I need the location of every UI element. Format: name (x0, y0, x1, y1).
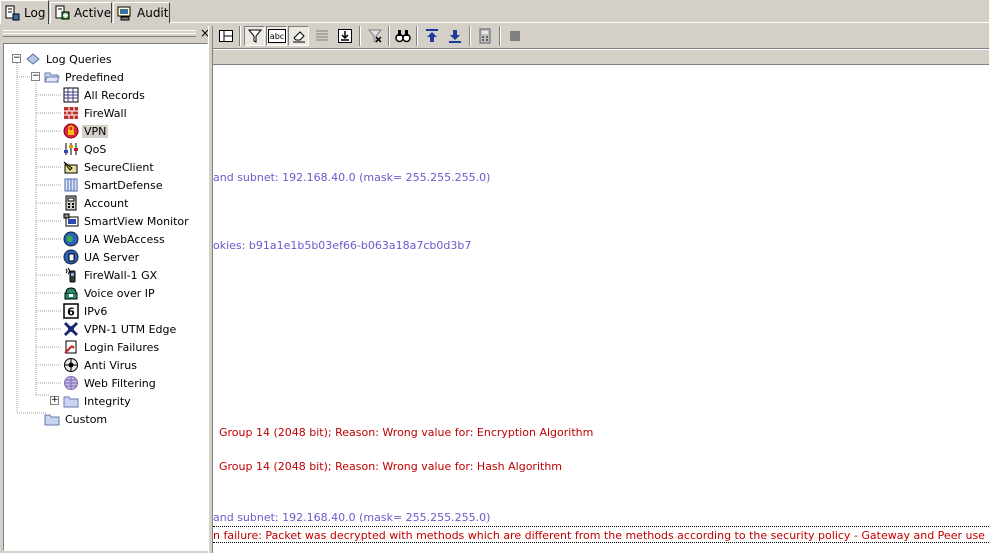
tab-log-label: Log (24, 5, 46, 20)
down-button[interactable] (444, 26, 465, 46)
query-tree-pane: × − Log Queries − Predefined All Records… (0, 26, 211, 553)
toolbar-separator (499, 26, 501, 46)
ua-webaccess-icon (63, 231, 79, 247)
pane-grip[interactable] (3, 30, 196, 37)
tree-item-ua-webaccess[interactable]: UA WebAccess (63, 230, 167, 248)
folder-icon (63, 393, 79, 409)
smartview-monitor-icon (63, 213, 79, 229)
up-arrow-icon (425, 29, 438, 42)
tab-active[interactable]: Active (50, 2, 112, 23)
tree-item-login-failures[interactable]: Login Failures (63, 338, 161, 356)
log-row[interactable]: Group 14 (2048 bit); Reason: Wrong value… (219, 424, 593, 441)
clear-filter-button[interactable] (364, 26, 385, 46)
tree-item-ua-server[interactable]: UA Server (63, 248, 141, 266)
log-queries-tree[interactable]: − Log Queries − Predefined All Records F… (3, 43, 208, 551)
toolbar-separator (469, 26, 471, 46)
qos-icon (63, 141, 79, 157)
rows-button[interactable] (311, 26, 332, 46)
folder-open-icon (44, 69, 60, 85)
abc-button[interactable]: abc (266, 26, 287, 46)
expander-log-queries[interactable]: − (12, 54, 21, 63)
log-toolbar: abc (213, 24, 989, 49)
smartdefense-icon (63, 177, 79, 193)
tree-item-custom[interactable]: Custom (44, 410, 109, 428)
vpn-icon (63, 123, 79, 139)
tree-item-smartdefense[interactable]: SmartDefense (63, 176, 165, 194)
toolbar-separator (388, 26, 390, 46)
tree-item-secureclient[interactable]: SecureClient (63, 158, 156, 176)
tree-item-vpn[interactable]: VPN (63, 122, 109, 140)
find-icon (394, 30, 411, 43)
tree-item-ipv6[interactable]: 6 IPv6 (63, 302, 109, 320)
log-row[interactable]: okies: b91a1e1b5b03ef66-b063a18a7cb0d3b7 (213, 237, 471, 254)
login-failures-icon (63, 339, 79, 355)
ua-server-icon (63, 249, 79, 265)
layout-button[interactable] (215, 26, 236, 46)
list-column-header[interactable] (213, 49, 989, 65)
ipv6-icon: 6 (63, 303, 79, 319)
view-tab-strip: Log Active Audit (0, 0, 989, 24)
tree-item-account[interactable]: Account (63, 194, 130, 212)
tree-item-all-records[interactable]: All Records (63, 86, 147, 104)
all-records-icon (63, 87, 79, 103)
stop-button[interactable] (504, 26, 525, 46)
tree-item-vpn-utm-edge[interactable]: VPN-1 UTM Edge (63, 320, 178, 338)
tree-item-firewall-gx[interactable]: FireWall-1 GX (63, 266, 159, 284)
anti-virus-icon (63, 357, 79, 373)
download-button[interactable] (334, 26, 355, 46)
tab-audit[interactable]: Audit (113, 2, 170, 23)
account-icon (63, 195, 79, 211)
folder-icon (44, 411, 60, 427)
tab-audit-label: Audit (137, 6, 169, 20)
expander-predefined[interactable]: − (31, 72, 40, 81)
calculator-button[interactable] (474, 26, 495, 46)
active-icon (54, 5, 70, 21)
up-button[interactable] (421, 26, 442, 46)
tree-item-integrity[interactable]: Integrity (63, 392, 133, 410)
log-icon (4, 5, 20, 21)
expander-integrity[interactable]: + (50, 396, 59, 405)
eraser-icon (292, 31, 305, 43)
tree-item-qos[interactable]: QoS (63, 140, 108, 158)
toolbar-separator (416, 26, 418, 46)
tree-item-smartview-monitor[interactable]: SmartView Monitor (63, 212, 191, 230)
calculator-icon (479, 28, 490, 44)
secureclient-icon (63, 159, 79, 175)
tree-item-anti-virus[interactable]: Anti Virus (63, 356, 139, 374)
firewall-gx-icon (63, 267, 79, 283)
web-filtering-icon (63, 375, 79, 391)
log-row[interactable]: and subnet: 192.168.40.0 (mask= 255.255.… (213, 169, 490, 186)
layout-icon (218, 30, 233, 42)
download-icon (337, 29, 352, 43)
abc-icon: abc (267, 29, 286, 43)
log-row[interactable]: and subnet: 192.168.40.0 (mask= 255.255.… (213, 509, 490, 526)
log-records-list[interactable]: and subnet: 192.168.40.0 (mask= 255.255.… (213, 49, 989, 553)
toolbar-separator (239, 26, 241, 46)
svg-text:abc: abc (269, 32, 283, 41)
tree-item-voice-over-ip[interactable]: Voice over IP (63, 284, 157, 302)
tree-item-firewall[interactable]: FireWall (63, 104, 129, 122)
clear-filter-icon (367, 29, 382, 43)
utm-edge-icon (63, 321, 79, 337)
tab-log[interactable]: Log (0, 0, 49, 24)
firewall-icon (63, 105, 79, 121)
tree-item-web-filtering[interactable]: Web Filtering (63, 374, 158, 392)
voip-icon (63, 285, 79, 301)
audit-icon (117, 5, 133, 21)
find-button[interactable] (392, 26, 413, 46)
eraser-button[interactable] (288, 26, 309, 46)
tree-item-predefined[interactable]: Predefined (44, 68, 126, 86)
log-queries-icon (25, 51, 41, 67)
rows-icon (315, 30, 328, 41)
log-row-selected[interactable]: n failure: Packet was decrypted with met… (213, 526, 989, 543)
svg-text:6: 6 (67, 306, 75, 319)
filter-button[interactable] (244, 26, 265, 46)
stop-icon (509, 31, 520, 41)
toolbar-separator (359, 26, 361, 46)
down-arrow-icon (448, 30, 461, 43)
filter-icon (247, 29, 262, 43)
tab-active-label: Active (74, 6, 112, 20)
tree-item-log-queries[interactable]: Log Queries (25, 50, 114, 68)
log-row[interactable]: Group 14 (2048 bit); Reason: Wrong value… (219, 458, 562, 475)
